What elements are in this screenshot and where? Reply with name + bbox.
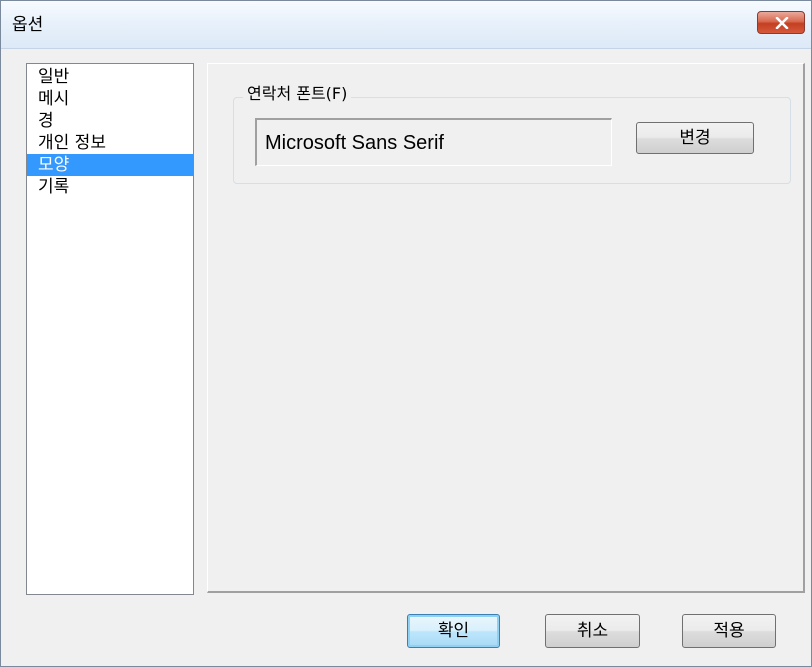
category-item-privacy[interactable]: 개인 정보 xyxy=(27,132,193,154)
appearance-panel: 연락처 폰트(F) Microsoft Sans Serif 변경 xyxy=(207,63,805,593)
category-item-history[interactable]: 기록 xyxy=(27,176,193,198)
contact-font-field: Microsoft Sans Serif xyxy=(255,118,612,166)
ok-button[interactable]: 확인 xyxy=(407,614,500,648)
close-icon xyxy=(775,17,789,29)
category-item-general[interactable]: 일반 xyxy=(27,66,193,88)
window-title: 옵션 xyxy=(12,15,44,35)
category-item-alerts[interactable]: 경 xyxy=(27,110,193,132)
change-font-button[interactable]: 변경 xyxy=(636,122,754,154)
apply-button[interactable]: 적용 xyxy=(682,614,776,648)
contact-font-group-label: 연락처 폰트(F) xyxy=(243,84,352,104)
title-bar[interactable]: 옵션 xyxy=(1,1,811,49)
options-dialog: 옵션 일반 메시 경 개인 정보 모양 기록 연락처 폰트(F) Microso… xyxy=(0,0,812,667)
category-item-messages[interactable]: 메시 xyxy=(27,88,193,110)
category-list[interactable]: 일반 메시 경 개인 정보 모양 기록 xyxy=(26,63,194,595)
category-item-appearance[interactable]: 모양 xyxy=(27,154,193,176)
cancel-button[interactable]: 취소 xyxy=(545,614,640,648)
close-button[interactable] xyxy=(757,11,805,34)
